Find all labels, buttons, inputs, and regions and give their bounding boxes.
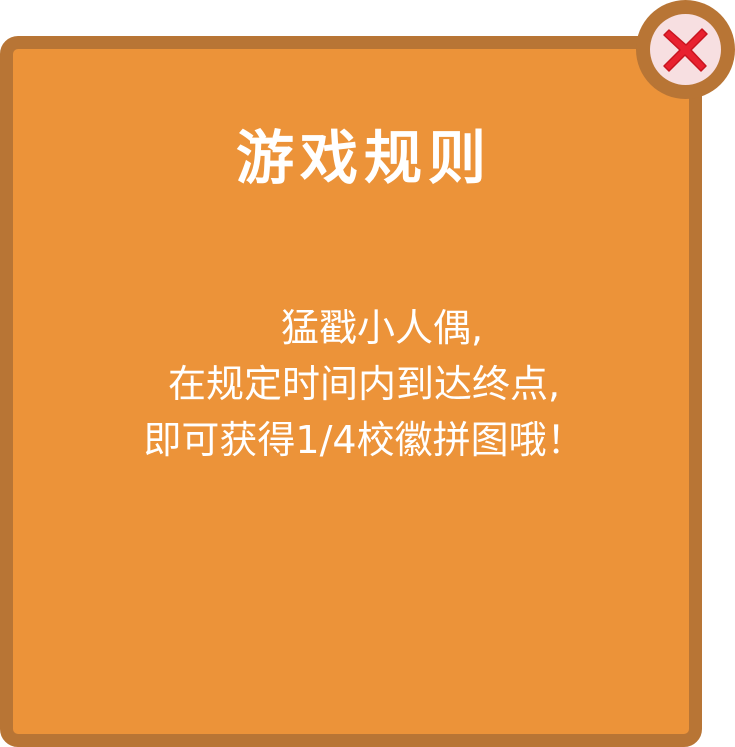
- rules-line: 即可获得1/4校徽拼图哦！: [143, 418, 585, 462]
- rules-line: 猛戳小人偶,: [280, 306, 484, 350]
- rules-text: 猛戳小人偶, 在规定时间内到达终点, 即可获得1/4校徽拼图哦！: [13, 300, 715, 468]
- rules-panel: 游戏规则 猛戳小人偶, 在规定时间内到达终点, 即可获得1/4校徽拼图哦！: [0, 36, 702, 747]
- dialog-title: 游戏规则: [235, 124, 492, 192]
- close-button-face: [650, 14, 721, 85]
- close-icon: [663, 28, 708, 72]
- rules-dialog: 游戏规则 猛戳小人偶, 在规定时间内到达终点, 即可获得1/4校徽拼图哦！: [0, 0, 735, 747]
- rules-line: 在规定时间内到达终点,: [167, 362, 561, 406]
- close-button[interactable]: [636, 0, 735, 99]
